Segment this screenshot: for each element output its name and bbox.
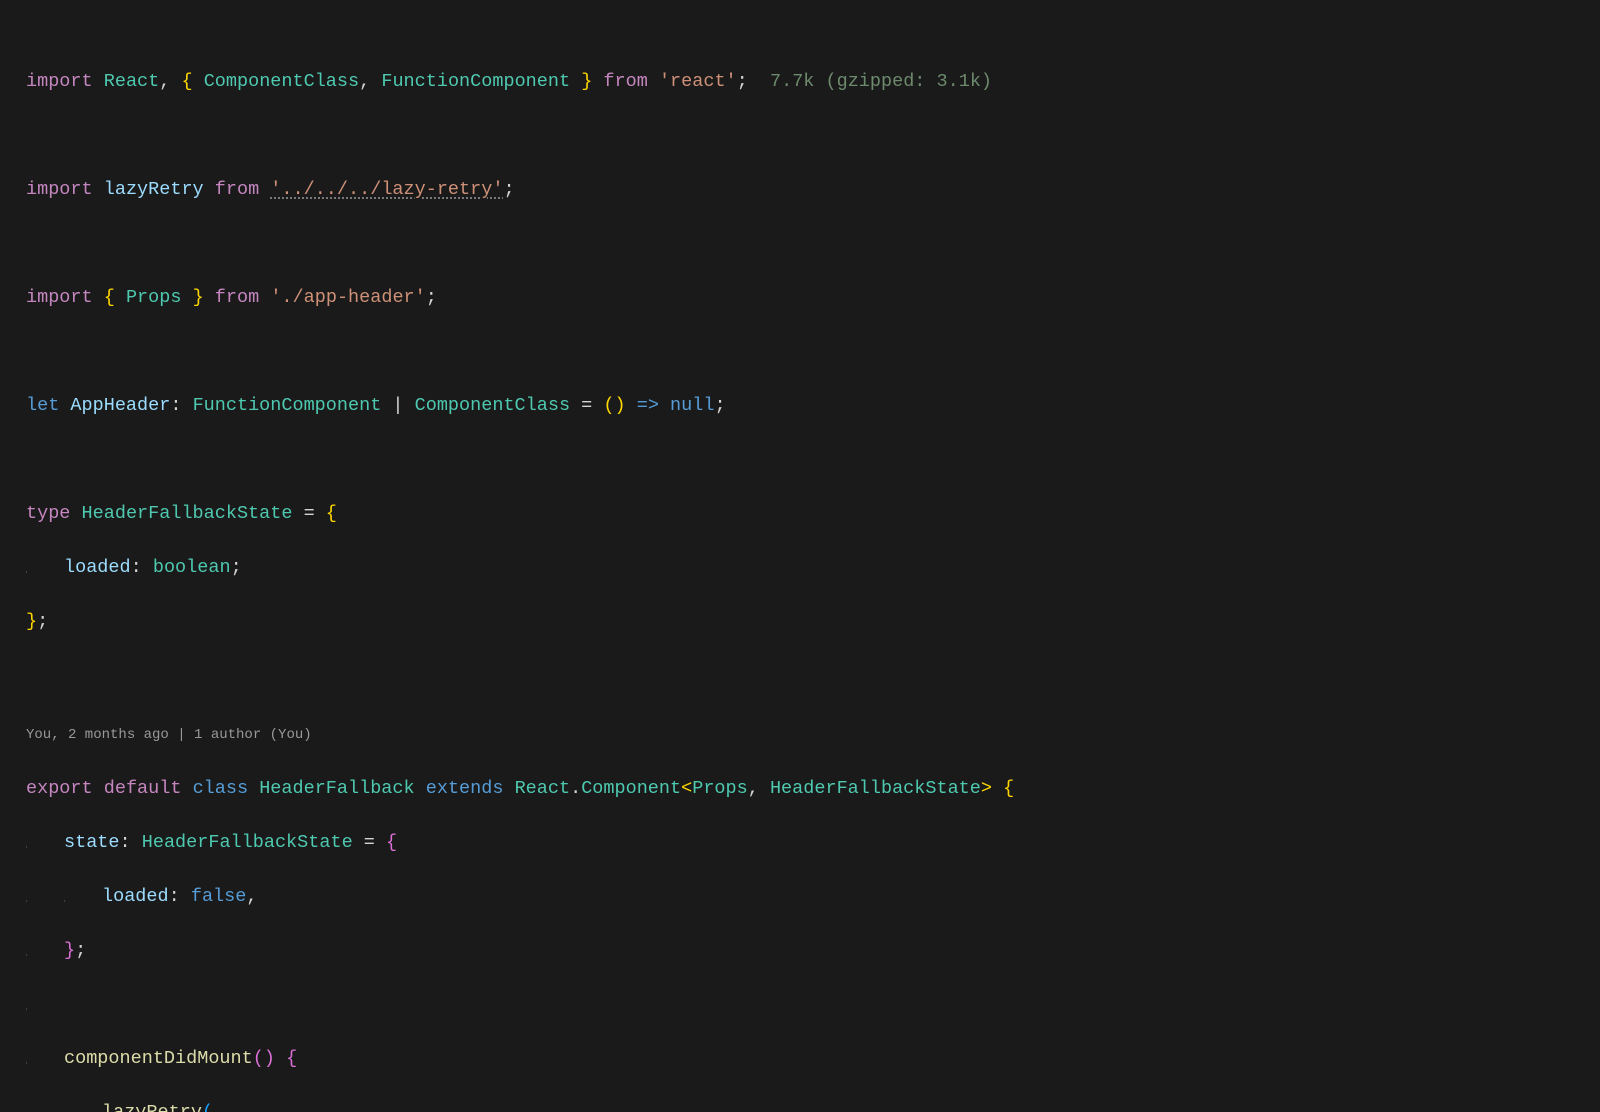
punct: = [364, 832, 375, 853]
code-line: type HeaderFallbackState = { [26, 500, 1600, 527]
import-cost-hint: 7.7k (gzipped: 3.1k) [770, 71, 992, 92]
identifier: ComponentClass [204, 71, 359, 92]
keyword-extends: extends [426, 778, 504, 799]
punct: = [304, 503, 315, 524]
punct: = [581, 395, 592, 416]
code-line [26, 446, 1600, 473]
punct: ; [737, 71, 748, 92]
identifier: AppHeader [70, 395, 170, 416]
angle: > [981, 778, 992, 799]
string-literal: './app-header' [270, 287, 425, 308]
property: loaded [102, 886, 169, 907]
punct: | [392, 395, 403, 416]
keyword-null: null [670, 395, 714, 416]
punct: . [570, 778, 581, 799]
punct: : [169, 886, 180, 907]
brace: } [581, 71, 592, 92]
property: loaded [64, 557, 131, 578]
brace: { [1003, 778, 1014, 799]
code-line: }; [26, 608, 1600, 635]
identifier: lazyRetry [104, 179, 204, 200]
punct: ; [75, 940, 86, 961]
punct: , [246, 886, 257, 907]
paren: ( [202, 1102, 213, 1112]
brace: { [286, 1048, 297, 1069]
keyword-class: class [193, 778, 249, 799]
identifier: React [515, 778, 571, 799]
code-line [26, 991, 1600, 1018]
code-line: let AppHeader: FunctionComponent | Compo… [26, 392, 1600, 419]
property: state [64, 832, 120, 853]
code-editor[interactable]: import React, { ComponentClass, Function… [0, 0, 1600, 1112]
code-line: loaded: boolean; [26, 554, 1600, 581]
type: ComponentClass [415, 395, 570, 416]
type: boolean [153, 557, 231, 578]
punct: : [170, 395, 181, 416]
punct: ; [426, 287, 437, 308]
code-line: loaded: false, [26, 883, 1600, 910]
arrow: => [637, 395, 659, 416]
keyword-from: from [603, 71, 647, 92]
punct: , [159, 71, 170, 92]
code-line [26, 230, 1600, 257]
function-call: lazyRetry [102, 1102, 202, 1112]
keyword-let: let [26, 395, 59, 416]
string-literal: '../../../lazy-retry' [270, 179, 503, 200]
code-line: componentDidMount() { [26, 1045, 1600, 1072]
brace: { [104, 287, 115, 308]
brace: { [326, 503, 337, 524]
code-line: import React, { ComponentClass, Function… [26, 68, 1600, 95]
code-line [26, 122, 1600, 149]
paren: ) [615, 395, 626, 416]
method: componentDidMount [64, 1048, 253, 1069]
paren: ) [264, 1048, 275, 1069]
identifier: Props [126, 287, 182, 308]
keyword-export: export [26, 778, 93, 799]
brace: } [64, 940, 75, 961]
paren: ( [603, 395, 614, 416]
identifier: FunctionComponent [381, 71, 570, 92]
type: HeaderFallbackState [82, 503, 293, 524]
brace: } [26, 611, 37, 632]
keyword-import: import [26, 287, 93, 308]
git-blame-codelens[interactable]: You, 2 months ago | 1 author (You) [26, 724, 1600, 746]
paren: ( [253, 1048, 264, 1069]
code-line: import { Props } from './app-header'; [26, 284, 1600, 311]
type: Component [581, 778, 681, 799]
keyword-type: type [26, 503, 70, 524]
string-literal: 'react' [659, 71, 737, 92]
punct: : [120, 832, 131, 853]
code-line [26, 662, 1600, 689]
code-line: export default class HeaderFallback exte… [26, 775, 1600, 802]
keyword-from: from [215, 287, 259, 308]
keyword-import: import [26, 71, 93, 92]
punct: ; [714, 395, 725, 416]
type: Props [692, 778, 748, 799]
class-name: HeaderFallback [259, 778, 414, 799]
punct: ; [231, 557, 242, 578]
code-line: lazyRetry( [26, 1099, 1600, 1112]
punct: : [131, 557, 142, 578]
code-line: state: HeaderFallbackState = { [26, 829, 1600, 856]
brace: } [193, 287, 204, 308]
punct: ; [37, 611, 48, 632]
punct: ; [503, 179, 514, 200]
type: HeaderFallbackState [142, 832, 353, 853]
type: HeaderFallbackState [770, 778, 981, 799]
identifier: React [104, 71, 160, 92]
keyword-default: default [104, 778, 182, 799]
brace: { [181, 71, 192, 92]
keyword-from: from [215, 179, 259, 200]
brace: { [386, 832, 397, 853]
keyword-import: import [26, 179, 93, 200]
angle: < [681, 778, 692, 799]
keyword-false: false [191, 886, 247, 907]
code-line: }; [26, 937, 1600, 964]
type: FunctionComponent [193, 395, 382, 416]
code-line [26, 338, 1600, 365]
punct: , [359, 71, 370, 92]
code-line: import lazyRetry from '../../../lazy-ret… [26, 176, 1600, 203]
punct: , [748, 778, 759, 799]
